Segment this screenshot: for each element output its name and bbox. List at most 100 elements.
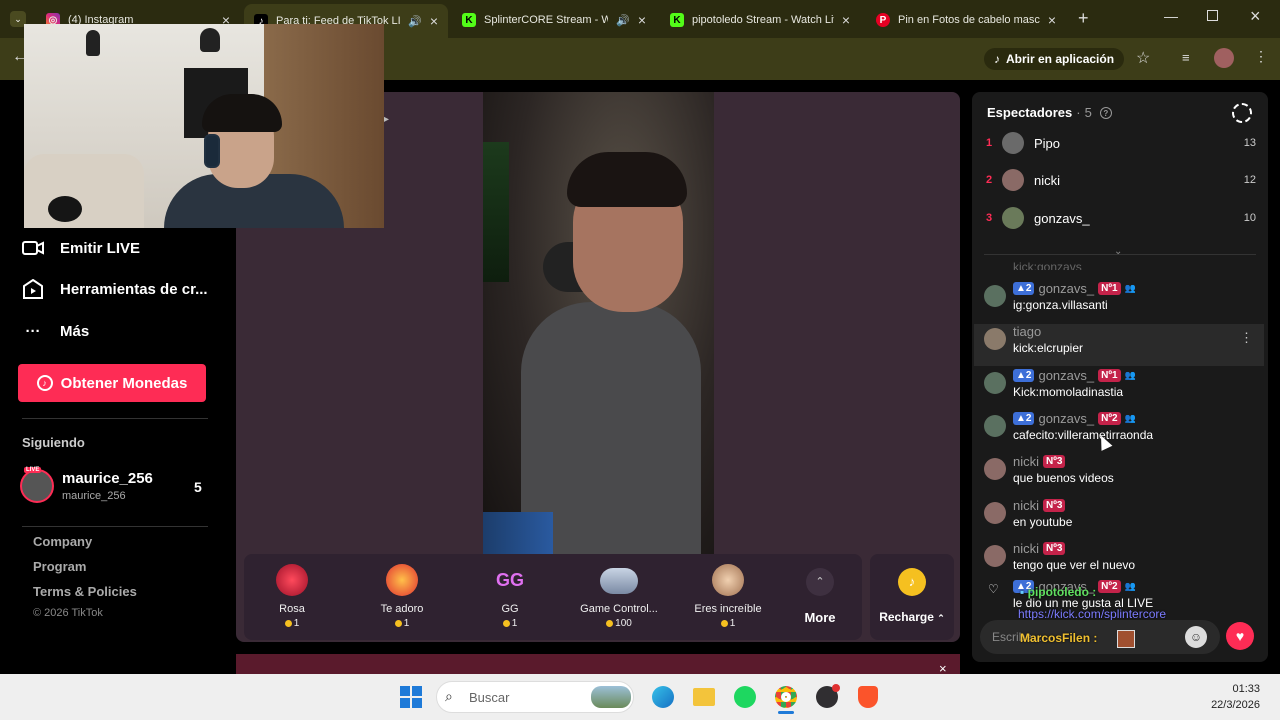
people-icon: 👥: [1124, 413, 1136, 423]
footer-program-link[interactable]: Program: [33, 559, 86, 574]
avatar: [1002, 207, 1024, 229]
bottom-banner: [236, 654, 960, 674]
webcam-hanging-item: [86, 30, 100, 56]
webcam-overlay: [24, 24, 384, 228]
close-icon[interactable]: ×: [842, 12, 850, 28]
minimize-icon[interactable]: —: [1164, 8, 1178, 24]
taskbar-search[interactable]: ⌕ Buscar: [436, 681, 634, 713]
footer-terms-link[interactable]: Terms & Policies: [33, 584, 137, 599]
footer-company-link[interactable]: Company: [33, 534, 92, 549]
expand-chevron-icon[interactable]: ⌄: [1114, 246, 1122, 257]
tab-splintercore[interactable]: K SplinterCORE Stream - Watch 🔊 ×: [452, 6, 656, 34]
gift-te-adoro[interactable]: Te adoro 1: [352, 554, 452, 640]
avatar: [984, 285, 1006, 307]
creator-tools-icon: [22, 278, 44, 300]
people-icon: 👥: [1124, 581, 1136, 591]
gift-game-controller[interactable]: Game Control... 100: [569, 554, 669, 640]
chat-message[interactable]: nicki Nº3 en youtube: [984, 498, 1254, 536]
more-gifts-button[interactable]: More: [800, 610, 840, 625]
sidebar-item-more[interactable]: ··· Más: [22, 320, 90, 342]
gg-icon: GG: [495, 570, 524, 590]
star-icon[interactable]: ☆: [1136, 48, 1150, 68]
spotify-icon[interactable]: [732, 684, 758, 710]
tab-pipotoledo[interactable]: K pipotoledo Stream - Watch Live ×: [660, 6, 860, 34]
chat-message[interactable]: nicki Nº3 que buenos videos: [984, 454, 1254, 492]
settings-gear-icon[interactable]: [1232, 103, 1252, 123]
overlay-username: MarcosFilen :: [1020, 631, 1098, 645]
message-options-icon[interactable]: ⋮: [1240, 330, 1253, 346]
coin-icon: ♪: [36, 375, 53, 391]
close-icon[interactable]: ×: [1048, 12, 1056, 28]
edge-icon[interactable]: [650, 684, 676, 710]
overlay-link[interactable]: https://kick.com/splintercore: [1018, 607, 1166, 621]
menu-dots-icon[interactable]: ⋮: [1254, 48, 1268, 65]
speaker-icon[interactable]: 🔊: [408, 15, 422, 28]
following-account[interactable]: LIVE maurice_256 maurice_256 5: [20, 467, 214, 505]
profile-avatar[interactable]: [1214, 48, 1234, 68]
webcam-pillow: [48, 196, 82, 222]
chat-message[interactable]: tiago kick:elcrupier: [984, 324, 1254, 362]
chat-bubble-icon: ▪: [1020, 585, 1025, 599]
sidebar-item-go-live[interactable]: Emitir LIVE: [22, 237, 140, 259]
recording-dot: [832, 684, 840, 692]
chat-message[interactable]: nicki Nº3 tengo que ver el nuevo: [984, 541, 1254, 579]
new-tab-icon[interactable]: +: [1078, 8, 1089, 29]
coin-icon: [394, 619, 402, 627]
viewer-row[interactable]: 1 Pipo 13: [986, 131, 1256, 155]
rank-badge: Nº2: [1098, 412, 1121, 425]
game-controller-icon: [600, 568, 638, 594]
chat-input[interactable]: Escribe...: [980, 620, 1220, 654]
following-heading: Siguiendo: [22, 435, 85, 450]
get-coins-button[interactable]: ♪ Obtener Monedas: [18, 364, 206, 402]
rank-badge: Nº2: [1098, 580, 1121, 593]
overlay-username: ▪ pipotoledo :: [1020, 585, 1097, 599]
coin-icon: [284, 619, 292, 627]
like-heart-button[interactable]: ♥: [1226, 622, 1254, 650]
tab-pinterest[interactable]: P Pin en Fotos de cabelo masculino ×: [866, 6, 1066, 34]
avatar: [1002, 169, 1024, 191]
chrome-icon[interactable]: [773, 684, 799, 710]
gift-gg[interactable]: GG GG 1: [460, 554, 560, 640]
emoji-icon[interactable]: ☺: [1185, 626, 1207, 648]
help-icon[interactable]: ?: [1099, 106, 1112, 119]
clock-time[interactable]: 01:33: [1220, 683, 1260, 695]
avatar: [984, 545, 1006, 567]
headphones-icon: [204, 134, 220, 168]
chevron-up-icon: ⌃: [937, 613, 945, 623]
heart-outline-icon: ♡: [988, 582, 999, 596]
close-icon[interactable]: ×: [430, 13, 438, 29]
gift-eres-increible[interactable]: Eres increíble 1: [678, 554, 778, 640]
sidebar-item-creator-tools[interactable]: Herramientas de cr...: [22, 278, 208, 300]
webcam-person-hair: [202, 94, 282, 132]
footer-copyright: © 2026 TikTok: [33, 607, 103, 619]
viewer-row[interactable]: 3 gonzavs_ 10: [986, 206, 1256, 230]
chat-message[interactable]: ▲2 gonzavs_ Nº1 👥 Kick:momoladinastia: [984, 368, 1254, 406]
open-in-app-button[interactable]: ♪ Abrir en aplicación: [984, 48, 1125, 70]
close-window-icon[interactable]: ×: [1250, 6, 1261, 27]
reading-list-icon[interactable]: ≡: [1182, 50, 1190, 65]
chat-message[interactable]: ▲2 gonzavs_ Nº2 👥 cafecito:villerametirraon…: [984, 411, 1254, 449]
speaker-icon[interactable]: 🔊: [616, 14, 630, 27]
divider: [22, 526, 208, 527]
following-count: 5: [194, 479, 202, 495]
avatar: [984, 502, 1006, 524]
green-light: [483, 142, 509, 282]
clock-date[interactable]: 22/3/2026: [1200, 699, 1260, 711]
viewer-row[interactable]: 2 nicki 12: [986, 168, 1256, 192]
active-app-indicator: [778, 711, 794, 714]
avatar: [984, 372, 1006, 394]
chevron-up-icon[interactable]: ⌃: [806, 568, 834, 596]
recharge-button[interactable]: ♪ Recharge ⌃: [870, 554, 954, 640]
brave-icon[interactable]: [855, 684, 881, 710]
gift-rosa[interactable]: Rosa 1: [242, 554, 342, 640]
windows-start-icon[interactable]: [400, 686, 422, 708]
chat-message[interactable]: ▲2 gonzavs_ Nº1 👥 ig:gonza.villasanti: [984, 281, 1254, 319]
coin-icon: [606, 619, 614, 627]
maximize-icon[interactable]: [1207, 10, 1218, 21]
rose-icon: [276, 564, 308, 596]
level-badge: ▲2: [1013, 282, 1035, 295]
live-video[interactable]: [483, 92, 714, 554]
close-icon[interactable]: ×: [638, 12, 646, 28]
avatar: [1002, 132, 1024, 154]
file-explorer-icon[interactable]: [691, 684, 717, 710]
